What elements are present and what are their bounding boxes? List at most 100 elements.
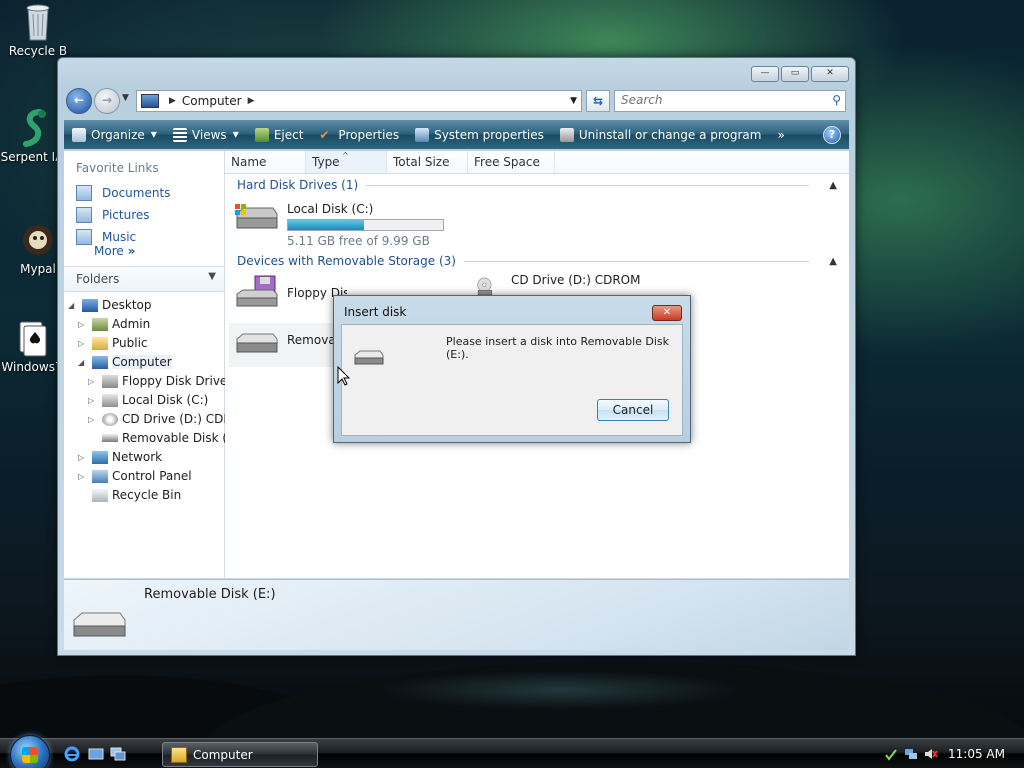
cancel-button[interactable]: Cancel	[597, 399, 669, 421]
taskbar-button-label: Computer	[193, 747, 253, 762]
tree-item-floppy[interactable]: ▷ Floppy Disk Drive (A	[88, 374, 244, 388]
dialog-message: Please insert a disk into Removable Disk…	[446, 335, 670, 361]
expander-collapsed-icon[interactable]: ▷	[78, 339, 88, 348]
drive-local-disk[interactable]: Local Disk (C:) 5.11 GB free of 9.99 GB	[233, 198, 444, 248]
group-header-removable[interactable]: Devices with Removable Storage (3) ▲	[225, 252, 849, 270]
column-header-label: Type	[312, 155, 340, 169]
search-icon[interactable]: ⚲	[832, 93, 841, 107]
tree-item-label: Local Disk (C:)	[122, 393, 209, 407]
expander-expanded-icon[interactable]: ◢	[68, 301, 78, 310]
column-header-name[interactable]: Name	[225, 151, 306, 173]
show-desktop-icon[interactable]	[88, 746, 104, 762]
volume-muted-icon[interactable]	[924, 747, 938, 761]
uninstall-label: Uninstall or change a program	[578, 127, 762, 142]
control-panel-icon	[92, 469, 108, 483]
expander-collapsed-icon[interactable]: ▷	[88, 377, 98, 386]
organize-button[interactable]: Organize ▼	[64, 120, 165, 149]
tree-item-admin[interactable]: ▷ Admin	[78, 317, 150, 331]
desktop-icon-label: Recycle B	[8, 44, 68, 58]
more-links-button[interactable]: More »	[94, 244, 135, 258]
command-bar: Organize ▼ Views ▼ Eject ✔ Properties Syst…	[64, 120, 849, 149]
toolbar-overflow-button[interactable]: »	[769, 120, 792, 149]
expander-collapsed-icon[interactable]: ▷	[78, 472, 88, 481]
back-button[interactable]: ←	[66, 88, 92, 114]
tree-item-computer[interactable]: ◢ Computer	[78, 355, 172, 369]
floppy-icon	[102, 374, 118, 388]
tree-item-public[interactable]: ▷ Public	[78, 336, 148, 350]
folder-icon	[92, 336, 108, 350]
column-header-free-space[interactable]: Free Space	[468, 151, 555, 173]
taskbar: Computer 11:05 AM	[0, 735, 1024, 768]
refresh-button[interactable]: ⇆	[586, 90, 610, 112]
tree-item-label: Control Panel	[112, 469, 192, 483]
group-header-hard-disks[interactable]: Hard Disk Drives (1) ▲	[225, 176, 849, 194]
clock[interactable]: 11:05 AM	[948, 747, 1005, 761]
search-input[interactable]	[615, 91, 827, 109]
dialog-close-button[interactable]: ✕	[652, 305, 682, 321]
desktop-icon-recycle-bin[interactable]: Recycle B	[0, 2, 76, 58]
checkmark-icon: ✔	[319, 127, 330, 142]
system-properties-button[interactable]: System properties	[407, 120, 552, 149]
address-dropdown-icon[interactable]: ▼	[570, 96, 577, 106]
tree-item-cd-drive[interactable]: ▷ CD Drive (D:) CDRO	[88, 412, 241, 426]
mypal-icon	[18, 220, 58, 260]
uninstall-icon	[559, 127, 574, 142]
breadcrumb-arrow-icon[interactable]: ▶	[248, 96, 255, 106]
network-status-icon[interactable]	[904, 747, 918, 761]
chevron-up-icon[interactable]: ▲	[829, 256, 837, 267]
tree-item-label: Public	[112, 336, 148, 350]
overflow-icon: »	[777, 127, 785, 142]
favorite-link-documents[interactable]: Documents	[76, 185, 170, 201]
computer-icon	[92, 355, 108, 369]
minimize-button[interactable]: —	[751, 66, 779, 82]
address-bar[interactable]: ▶ Computer ▶ ▼	[136, 90, 582, 112]
folders-header[interactable]: Folders ▼	[64, 266, 224, 292]
breadcrumb-arrow-icon[interactable]: ▶	[169, 96, 176, 106]
tree-item-removable-disk[interactable]: Removable Disk (E:)	[88, 431, 243, 445]
views-button[interactable]: Views ▼	[165, 120, 247, 149]
removable-disk-icon	[354, 350, 384, 365]
recycle-bin-icon	[92, 488, 108, 502]
tree-item-recycle-bin[interactable]: Recycle Bin	[78, 488, 181, 502]
expander-collapsed-icon[interactable]: ▷	[88, 396, 98, 405]
expander-collapsed-icon[interactable]: ▷	[78, 320, 88, 329]
windows-logo-icon	[22, 747, 38, 763]
properties-button[interactable]: ✔ Properties	[311, 120, 407, 149]
hard-disk-icon	[235, 204, 278, 229]
safely-remove-hardware-icon[interactable]	[884, 747, 898, 761]
drive-floppy[interactable]: Floppy Disk Drive (A:)	[233, 274, 347, 310]
tree-item-control-panel[interactable]: ▷ Control Panel	[78, 469, 192, 483]
forward-button[interactable]: →	[94, 88, 120, 114]
column-header-type[interactable]: ^ Type	[306, 151, 387, 173]
favorite-link-label: Pictures	[102, 208, 150, 222]
start-button[interactable]	[10, 735, 50, 768]
uninstall-program-button[interactable]: Uninstall or change a program	[552, 120, 770, 149]
recent-pages-dropdown[interactable]: ▼	[122, 93, 129, 103]
breadcrumb-computer[interactable]: Computer	[182, 94, 242, 108]
cd-drive-icon	[102, 412, 118, 426]
tree-item-desktop[interactable]: ◢ Desktop	[68, 298, 152, 312]
close-button[interactable]: ✕	[811, 66, 849, 82]
drive-removable[interactable]: Removable Disk (E:)	[229, 323, 337, 367]
favorite-link-pictures[interactable]: Pictures	[76, 207, 150, 223]
column-header-row: Name ^ Type Total Size Free Space	[225, 151, 849, 174]
tree-item-network[interactable]: ▷ Network	[78, 450, 162, 464]
maximize-button[interactable]: ▭	[781, 66, 809, 82]
desktop-lake-reflection	[300, 660, 820, 720]
switch-windows-icon[interactable]	[110, 746, 126, 762]
expander-collapsed-icon[interactable]: ▷	[78, 453, 88, 462]
column-header-total-size[interactable]: Total Size	[387, 151, 468, 173]
dialog-title: Insert disk	[344, 305, 407, 319]
expander-expanded-icon[interactable]: ◢	[78, 358, 88, 367]
eject-button[interactable]: Eject	[247, 120, 312, 149]
favorite-link-music[interactable]: Music	[76, 229, 136, 245]
taskbar-button-computer[interactable]: Computer	[162, 742, 318, 767]
help-button[interactable]: ?	[815, 120, 849, 149]
tree-item-local-disk[interactable]: ▷ Local Disk (C:)	[88, 393, 208, 407]
desktop-icon-label: Mypal	[20, 262, 56, 276]
drive-name: CD Drive (D:) CDROM	[511, 273, 641, 287]
expander-collapsed-icon[interactable]: ▷	[88, 415, 98, 424]
serpent-icon	[12, 108, 52, 148]
internet-explorer-icon[interactable]	[64, 746, 80, 762]
chevron-up-icon[interactable]: ▲	[829, 180, 837, 191]
